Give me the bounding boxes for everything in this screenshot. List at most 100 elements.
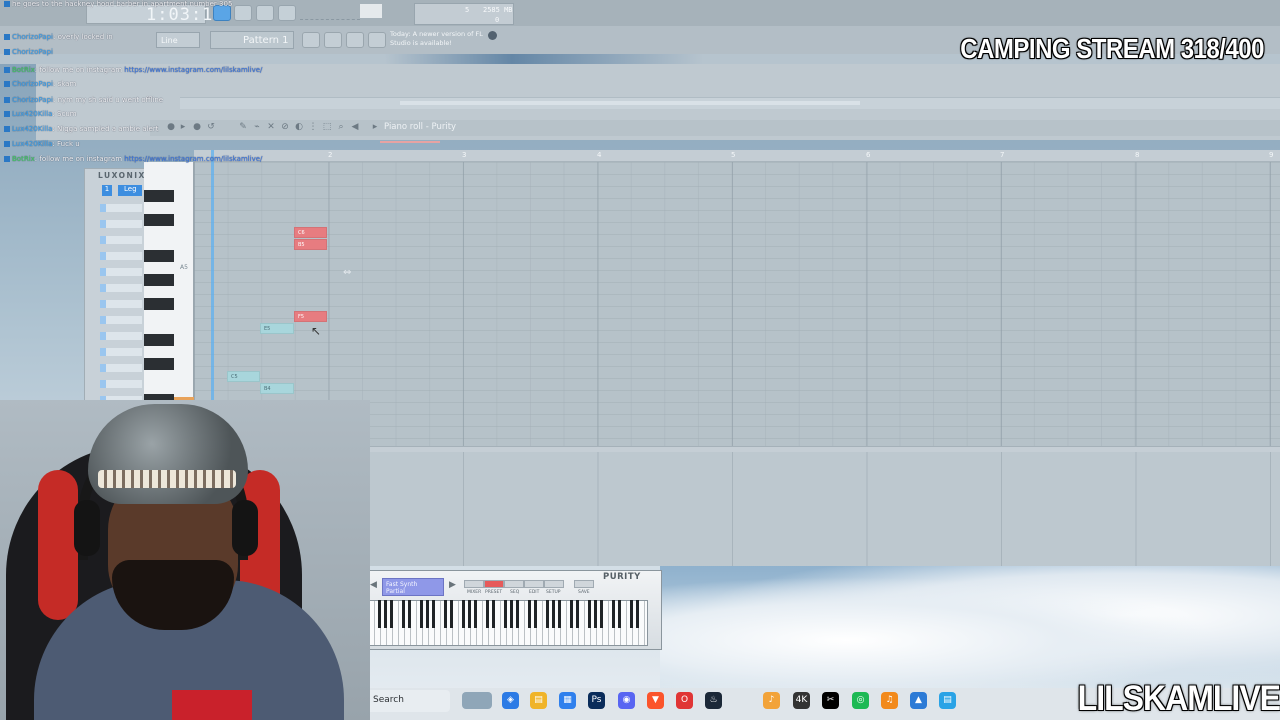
news-icon[interactable] <box>368 32 386 48</box>
black-key[interactable] <box>408 600 411 628</box>
scrollbar-thumb[interactable] <box>400 101 860 105</box>
black-key[interactable] <box>576 600 579 628</box>
black-key[interactable] <box>144 250 174 262</box>
weather-widget-icon[interactable] <box>462 692 492 709</box>
seq-button[interactable] <box>504 580 524 588</box>
next-patch-icon[interactable]: ▶ <box>449 580 456 590</box>
black-key[interactable] <box>528 600 531 628</box>
speaker-icon[interactable]: ◀ <box>350 122 360 132</box>
black-key[interactable] <box>474 600 477 628</box>
black-key[interactable] <box>558 600 561 628</box>
note[interactable]: B4 <box>260 383 294 394</box>
plugin-slot[interactable] <box>100 268 142 276</box>
azure-icon[interactable]: ▲ <box>910 692 927 709</box>
playlist-horizontal-scrollbar[interactable] <box>180 97 1280 109</box>
black-key[interactable] <box>144 274 174 286</box>
winamp-icon[interactable]: ♪ <box>763 692 780 709</box>
badge-icon <box>4 49 10 55</box>
plugin-slot[interactable] <box>100 380 142 388</box>
black-key[interactable] <box>486 600 489 628</box>
black-key[interactable] <box>144 214 174 226</box>
black-key[interactable] <box>402 600 405 628</box>
note[interactable]: F5 <box>294 311 327 322</box>
file-explorer-icon[interactable]: ▤ <box>530 692 547 709</box>
black-key[interactable] <box>630 600 633 628</box>
black-key[interactable] <box>450 600 453 628</box>
master-volume-slider[interactable] <box>360 4 382 18</box>
black-key[interactable] <box>534 600 537 628</box>
black-key[interactable] <box>144 358 174 370</box>
black-key[interactable] <box>462 600 465 628</box>
black-key[interactable] <box>618 600 621 628</box>
note[interactable]: E5 <box>260 323 294 334</box>
mixer-button[interactable] <box>464 580 484 588</box>
note[interactable]: C5 <box>227 371 260 382</box>
patch-display[interactable]: Fast Synth Partial <box>382 578 444 596</box>
prev-patch-icon[interactable]: ◀ <box>370 580 377 590</box>
opera-icon[interactable]: O <box>676 692 693 709</box>
save-button[interactable] <box>574 580 594 588</box>
piano-roll-ruler[interactable]: 2 3 4 5 6 7 8 9 <box>194 150 1280 162</box>
black-key[interactable] <box>492 600 495 628</box>
plugin-slot[interactable] <box>100 284 142 292</box>
black-key[interactable] <box>636 600 639 628</box>
black-key[interactable] <box>426 600 429 628</box>
note[interactable]: C6 <box>294 227 327 238</box>
plugin-slot[interactable] <box>100 348 142 356</box>
piano-keyboard[interactable] <box>144 162 194 412</box>
black-key[interactable] <box>378 600 381 628</box>
channel-number[interactable]: 1 <box>102 185 112 196</box>
store-icon[interactable]: ▦ <box>559 692 576 709</box>
4k-downloader-icon[interactable]: 4K <box>793 692 810 709</box>
metronome-button[interactable] <box>346 32 364 48</box>
black-key[interactable] <box>600 600 603 628</box>
copilot-icon[interactable]: ◈ <box>502 692 519 709</box>
plugin-slot[interactable] <box>100 220 142 228</box>
capcut-icon[interactable]: ✂ <box>822 692 839 709</box>
plugin-slot[interactable] <box>100 332 142 340</box>
black-key[interactable] <box>612 600 615 628</box>
black-key[interactable] <box>510 600 513 628</box>
discord-icon[interactable]: ◉ <box>618 692 635 709</box>
select-icon[interactable]: ⬚ <box>322 122 332 132</box>
spotify-icon[interactable]: ◎ <box>852 692 869 709</box>
black-key[interactable] <box>144 334 174 346</box>
black-key[interactable] <box>504 600 507 628</box>
plugin-slot[interactable] <box>100 316 142 324</box>
black-key[interactable] <box>384 600 387 628</box>
black-key[interactable] <box>516 600 519 628</box>
black-key[interactable] <box>390 600 393 628</box>
setup-button[interactable] <box>544 580 564 588</box>
black-key[interactable] <box>468 600 471 628</box>
black-key[interactable] <box>432 600 435 628</box>
plugin-slot[interactable] <box>100 300 142 308</box>
menu-arrow-icon[interactable]: ▸ <box>370 122 380 132</box>
photoshop-icon[interactable]: Ps <box>588 692 605 709</box>
news-panel[interactable]: Today: A newer version of FL Studio is a… <box>390 30 500 52</box>
preset-button[interactable] <box>484 580 504 588</box>
note[interactable]: B5 <box>294 239 327 250</box>
black-key[interactable] <box>546 600 549 628</box>
black-key[interactable] <box>444 600 447 628</box>
close-news-icon[interactable] <box>488 31 497 40</box>
fl-studio-icon[interactable]: ♫ <box>881 692 898 709</box>
step-edit-button[interactable] <box>324 32 342 48</box>
black-key[interactable] <box>594 600 597 628</box>
steam-icon[interactable]: ♨ <box>705 692 722 709</box>
brave-icon[interactable]: ▼ <box>647 692 664 709</box>
plugin-slot[interactable] <box>100 252 142 260</box>
notepad-icon[interactable]: ▤ <box>939 692 956 709</box>
plugin-slot[interactable] <box>100 204 142 212</box>
zoom-icon[interactable]: ⌕ <box>336 122 346 132</box>
black-key[interactable] <box>552 600 555 628</box>
plugin-slot[interactable] <box>100 236 142 244</box>
plugin-slot[interactable] <box>100 364 142 372</box>
black-key[interactable] <box>588 600 591 628</box>
edit-button[interactable] <box>524 580 544 588</box>
black-key[interactable] <box>144 190 174 202</box>
headphone-cup <box>232 500 258 556</box>
black-key[interactable] <box>420 600 423 628</box>
black-key[interactable] <box>144 298 174 310</box>
legato-button[interactable]: Leg <box>118 185 142 196</box>
black-key[interactable] <box>570 600 573 628</box>
